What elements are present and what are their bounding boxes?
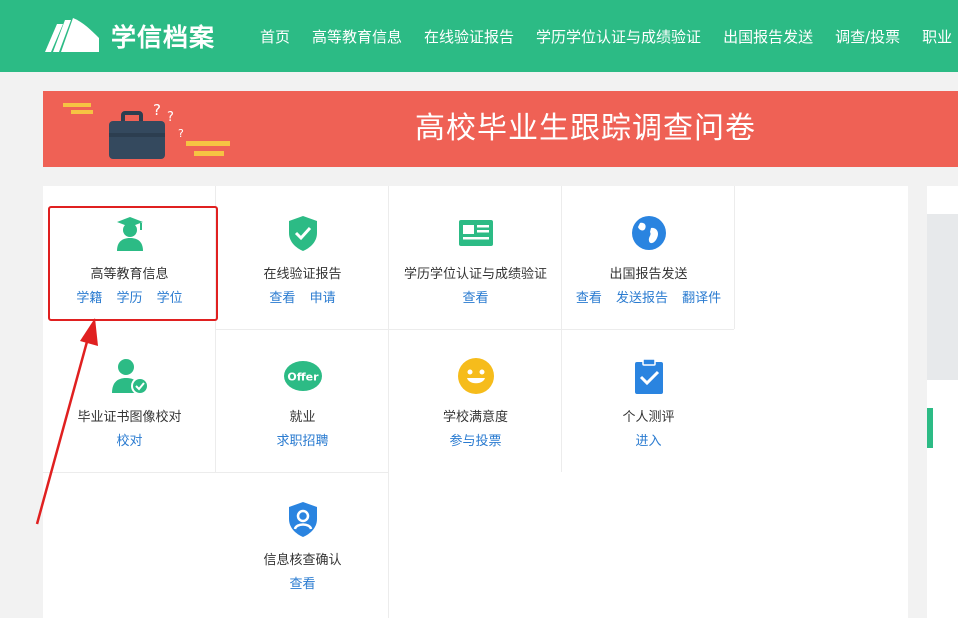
svg-text:?: ? [153,101,161,119]
service-overseas-report[interactable]: 出国报告发送 查看 发送报告 翻译件 [562,186,735,329]
link-vote[interactable]: 参与投票 [449,434,501,449]
offer-icon-text: Offer [287,371,319,384]
service-title: 在线验证报告 [263,267,342,282]
survey-banner[interactable]: ? ? ? 高校毕业生跟踪调查问卷 [43,91,958,167]
service-school-satisfaction[interactable]: 学校满意度 参与投票 [389,329,562,472]
nav-home[interactable]: 首页 [260,26,290,47]
smiley-icon [457,358,494,394]
shield-user-icon [288,502,317,537]
link-send-report[interactable]: 发送报告 [616,291,668,306]
shield-check-icon [288,216,317,251]
link-view[interactable]: 查看 [269,291,295,306]
service-employment[interactable]: Offer 就业 求职招聘 [216,329,389,472]
service-title: 学历学位认证与成绩验证 [403,267,547,282]
nav-survey-vote[interactable]: 调查/投票 [835,26,900,47]
service-diploma-image-check[interactable]: 毕业证书图像校对 校对 [43,329,216,472]
link-view[interactable]: 查看 [462,291,488,306]
link-apply[interactable]: 申请 [310,291,336,306]
top-bar: 学信档案 首页 高等教育信息 在线验证报告 学历学位认证与成绩验证 出国报告发送… [0,0,958,72]
nav-online-verification[interactable]: 在线验证报告 [424,26,514,47]
banner-title: 高校毕业生跟踪调查问卷 [415,111,756,146]
svg-text:?: ? [178,127,184,140]
link-enter[interactable]: 进入 [635,434,661,449]
service-personal-assessment[interactable]: 个人测评 进入 [562,329,735,472]
logo-text: 学信档案 [111,23,216,52]
service-info-verification[interactable]: 信息核查确认 查看 [216,472,389,615]
book-logo-icon [45,18,99,52]
highlight-box [48,206,218,321]
side-image [927,214,958,380]
service-title: 就业 [289,410,316,425]
nav-career[interactable]: 职业 [922,26,952,47]
service-title: 出国报告发送 [609,267,688,282]
service-title: 信息核查确认 [263,553,342,568]
side-accent-bar [927,408,933,448]
logo[interactable]: 学信档案 [43,14,215,58]
link-view[interactable]: 查看 [576,291,602,306]
right-side-panel [927,186,958,618]
nav-degree-certification[interactable]: 学历学位认证与成绩验证 [536,26,701,47]
service-degree-certification[interactable]: 学历学位认证与成绩验证 查看 [389,186,562,329]
offer-icon: Offer [283,361,322,391]
briefcase-illustration-icon: ? ? ? [63,101,230,159]
link-job-search[interactable]: 求职招聘 [276,434,328,449]
link-translation[interactable]: 翻译件 [682,291,721,306]
main-nav: 首页 高等教育信息 在线验证报告 学历学位认证与成绩验证 出国报告发送 调查/投… [249,0,958,72]
nav-overseas-report[interactable]: 出国报告发送 [723,26,813,47]
id-card-icon [458,220,493,246]
link-proofread[interactable]: 校对 [116,434,142,449]
link-view[interactable]: 查看 [289,577,315,592]
user-check-icon [111,359,149,395]
nav-higher-education[interactable]: 高等教育信息 [312,26,402,47]
service-title: 个人测评 [622,410,675,425]
service-title: 毕业证书图像校对 [77,410,182,425]
service-title: 学校满意度 [442,410,508,425]
globe-icon [631,216,666,250]
clipboard-check-icon [634,358,663,394]
service-online-verification[interactable]: 在线验证报告 查看 申请 [216,186,389,329]
svg-text:?: ? [167,110,174,125]
